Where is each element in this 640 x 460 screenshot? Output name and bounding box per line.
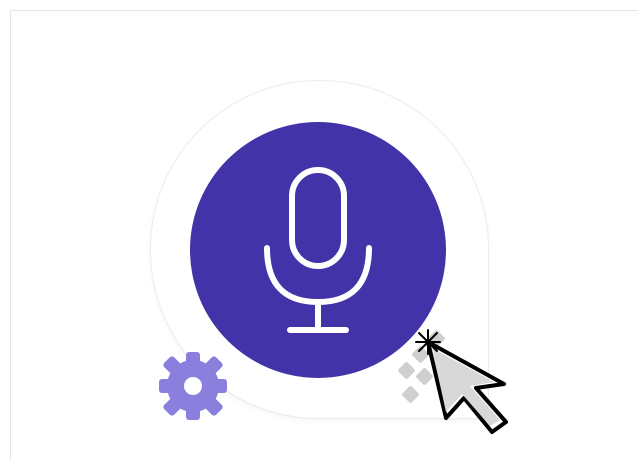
drag-handle-icon: [398, 330, 449, 403]
settings-button[interactable]: [151, 346, 235, 430]
gear-icon: [159, 352, 227, 420]
drag-handle[interactable]: [396, 330, 460, 410]
